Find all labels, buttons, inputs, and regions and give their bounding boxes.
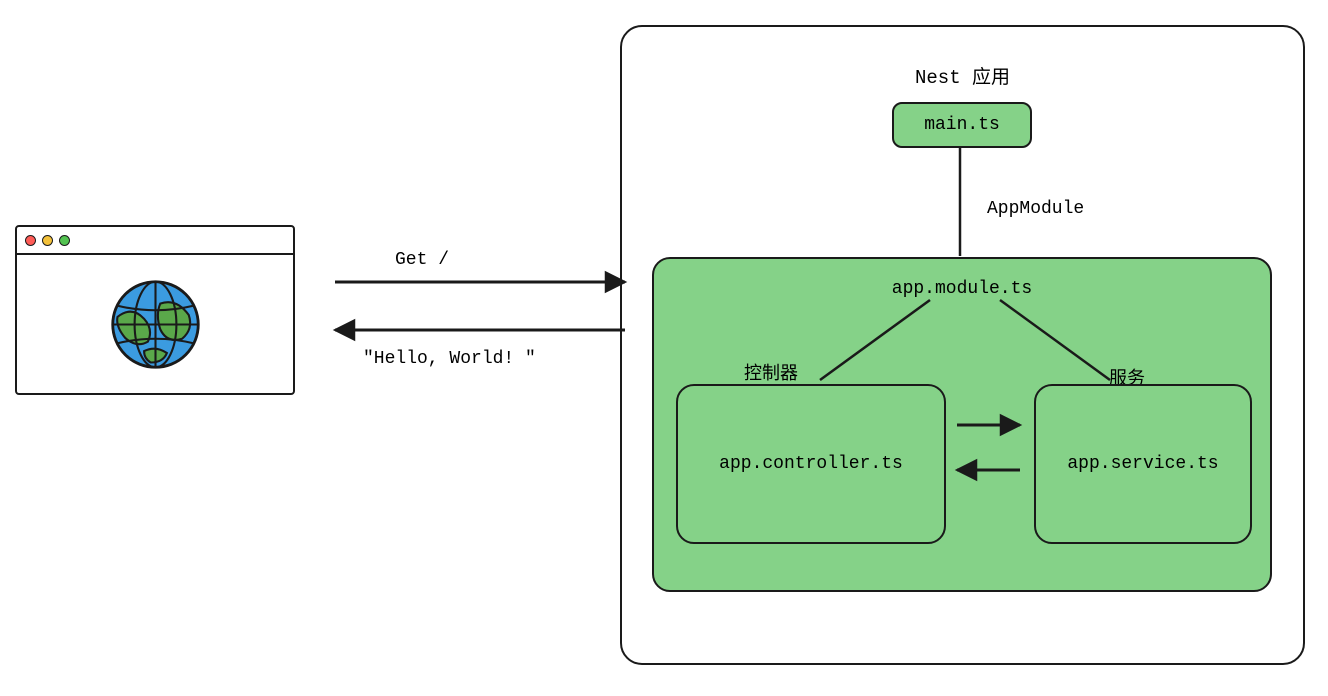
diagram-canvas: Get / "Hello, World! " Nest 应用 main.ts A… xyxy=(0,0,1328,696)
response-label: "Hello, World! " xyxy=(363,349,536,369)
service-box: app.service.ts xyxy=(1034,384,1252,544)
app-module-file-label: app.module.ts xyxy=(654,279,1270,299)
browser-window xyxy=(15,225,295,395)
close-dot-icon xyxy=(25,235,36,246)
appmodule-edge-label: AppModule xyxy=(987,199,1084,219)
globe-icon xyxy=(108,277,203,372)
nest-app-title: Nest 应用 xyxy=(622,62,1303,89)
main-ts-label: main.ts xyxy=(924,115,1000,135)
app-module-box: app.module.ts 控制器 服务 app.controller.ts a… xyxy=(652,257,1272,592)
controller-file-label: app.controller.ts xyxy=(719,454,903,474)
browser-body xyxy=(17,255,293,393)
main-ts-box: main.ts xyxy=(892,102,1032,148)
nest-app-container: Nest 应用 main.ts AppModule app.module.ts … xyxy=(620,25,1305,665)
controller-box: app.controller.ts xyxy=(676,384,946,544)
request-label: Get / xyxy=(395,250,449,270)
controller-heading: 控制器 xyxy=(744,359,798,385)
service-file-label: app.service.ts xyxy=(1067,454,1218,474)
zoom-dot-icon xyxy=(59,235,70,246)
browser-titlebar xyxy=(17,227,293,255)
minimize-dot-icon xyxy=(42,235,53,246)
